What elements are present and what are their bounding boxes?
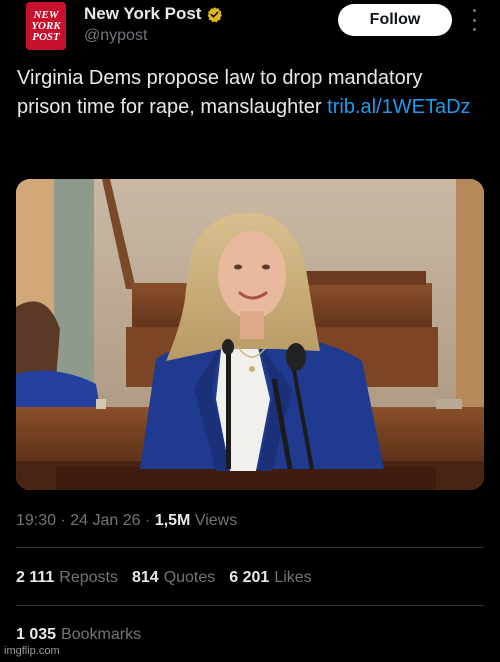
quotes-count: 814: [131, 569, 159, 586]
views-label: Views: [194, 512, 238, 529]
tweet-media-photo[interactable]: [16, 179, 484, 490]
reposts-count: 2 111: [16, 569, 55, 586]
verified-badge-icon: [208, 6, 223, 22]
more-options-icon[interactable]: [467, 9, 481, 31]
reposts-stat[interactable]: 2 111 Reposts: [16, 569, 118, 587]
likes-stat[interactable]: 6 201 Likes: [229, 569, 311, 587]
tweet-timestamp-views: 19:30 · 24 Jan 26 · 1,5M Views: [16, 512, 237, 530]
avatar-logo-line-3: POST: [32, 31, 61, 43]
bookmarks-count: 1 035: [16, 626, 57, 643]
tweet-header: NEW YORK POST New York Post @nypost Foll…: [0, 0, 500, 60]
watermark: imgflip.com: [4, 645, 60, 657]
quotes-label: Quotes: [163, 569, 216, 586]
meta-separator: ·: [60, 512, 66, 529]
account-name[interactable]: New York Post: [84, 4, 223, 24]
account-name-text[interactable]: New York Post: [84, 4, 201, 24]
bookmarks-stat[interactable]: 1 035 Bookmarks: [16, 626, 141, 644]
engagement-stats: 2 111 Reposts 814 Quotes 6 201 Likes: [16, 569, 312, 587]
divider: [16, 547, 484, 548]
meta-separator: ·: [145, 512, 151, 529]
tweet-link[interactable]: trib.al/1WETaDz: [327, 96, 470, 118]
follow-button[interactable]: Follow: [338, 4, 452, 36]
views-count: 1,5M: [154, 512, 191, 529]
likes-count: 6 201: [229, 569, 270, 586]
bookmarks-label: Bookmarks: [61, 626, 142, 643]
likes-label: Likes: [274, 569, 312, 586]
divider: [16, 605, 484, 606]
quotes-stat[interactable]: 814 Quotes: [132, 569, 215, 587]
tweet-time[interactable]: 19:30: [16, 512, 56, 529]
account-handle[interactable]: @nypost: [84, 27, 147, 45]
avatar[interactable]: NEW YORK POST: [26, 2, 66, 50]
reposts-label: Reposts: [59, 569, 118, 586]
tweet-text: Virginia Dems propose law to drop mandat…: [17, 64, 477, 122]
tweet-date[interactable]: 24 Jan 26: [70, 512, 140, 529]
